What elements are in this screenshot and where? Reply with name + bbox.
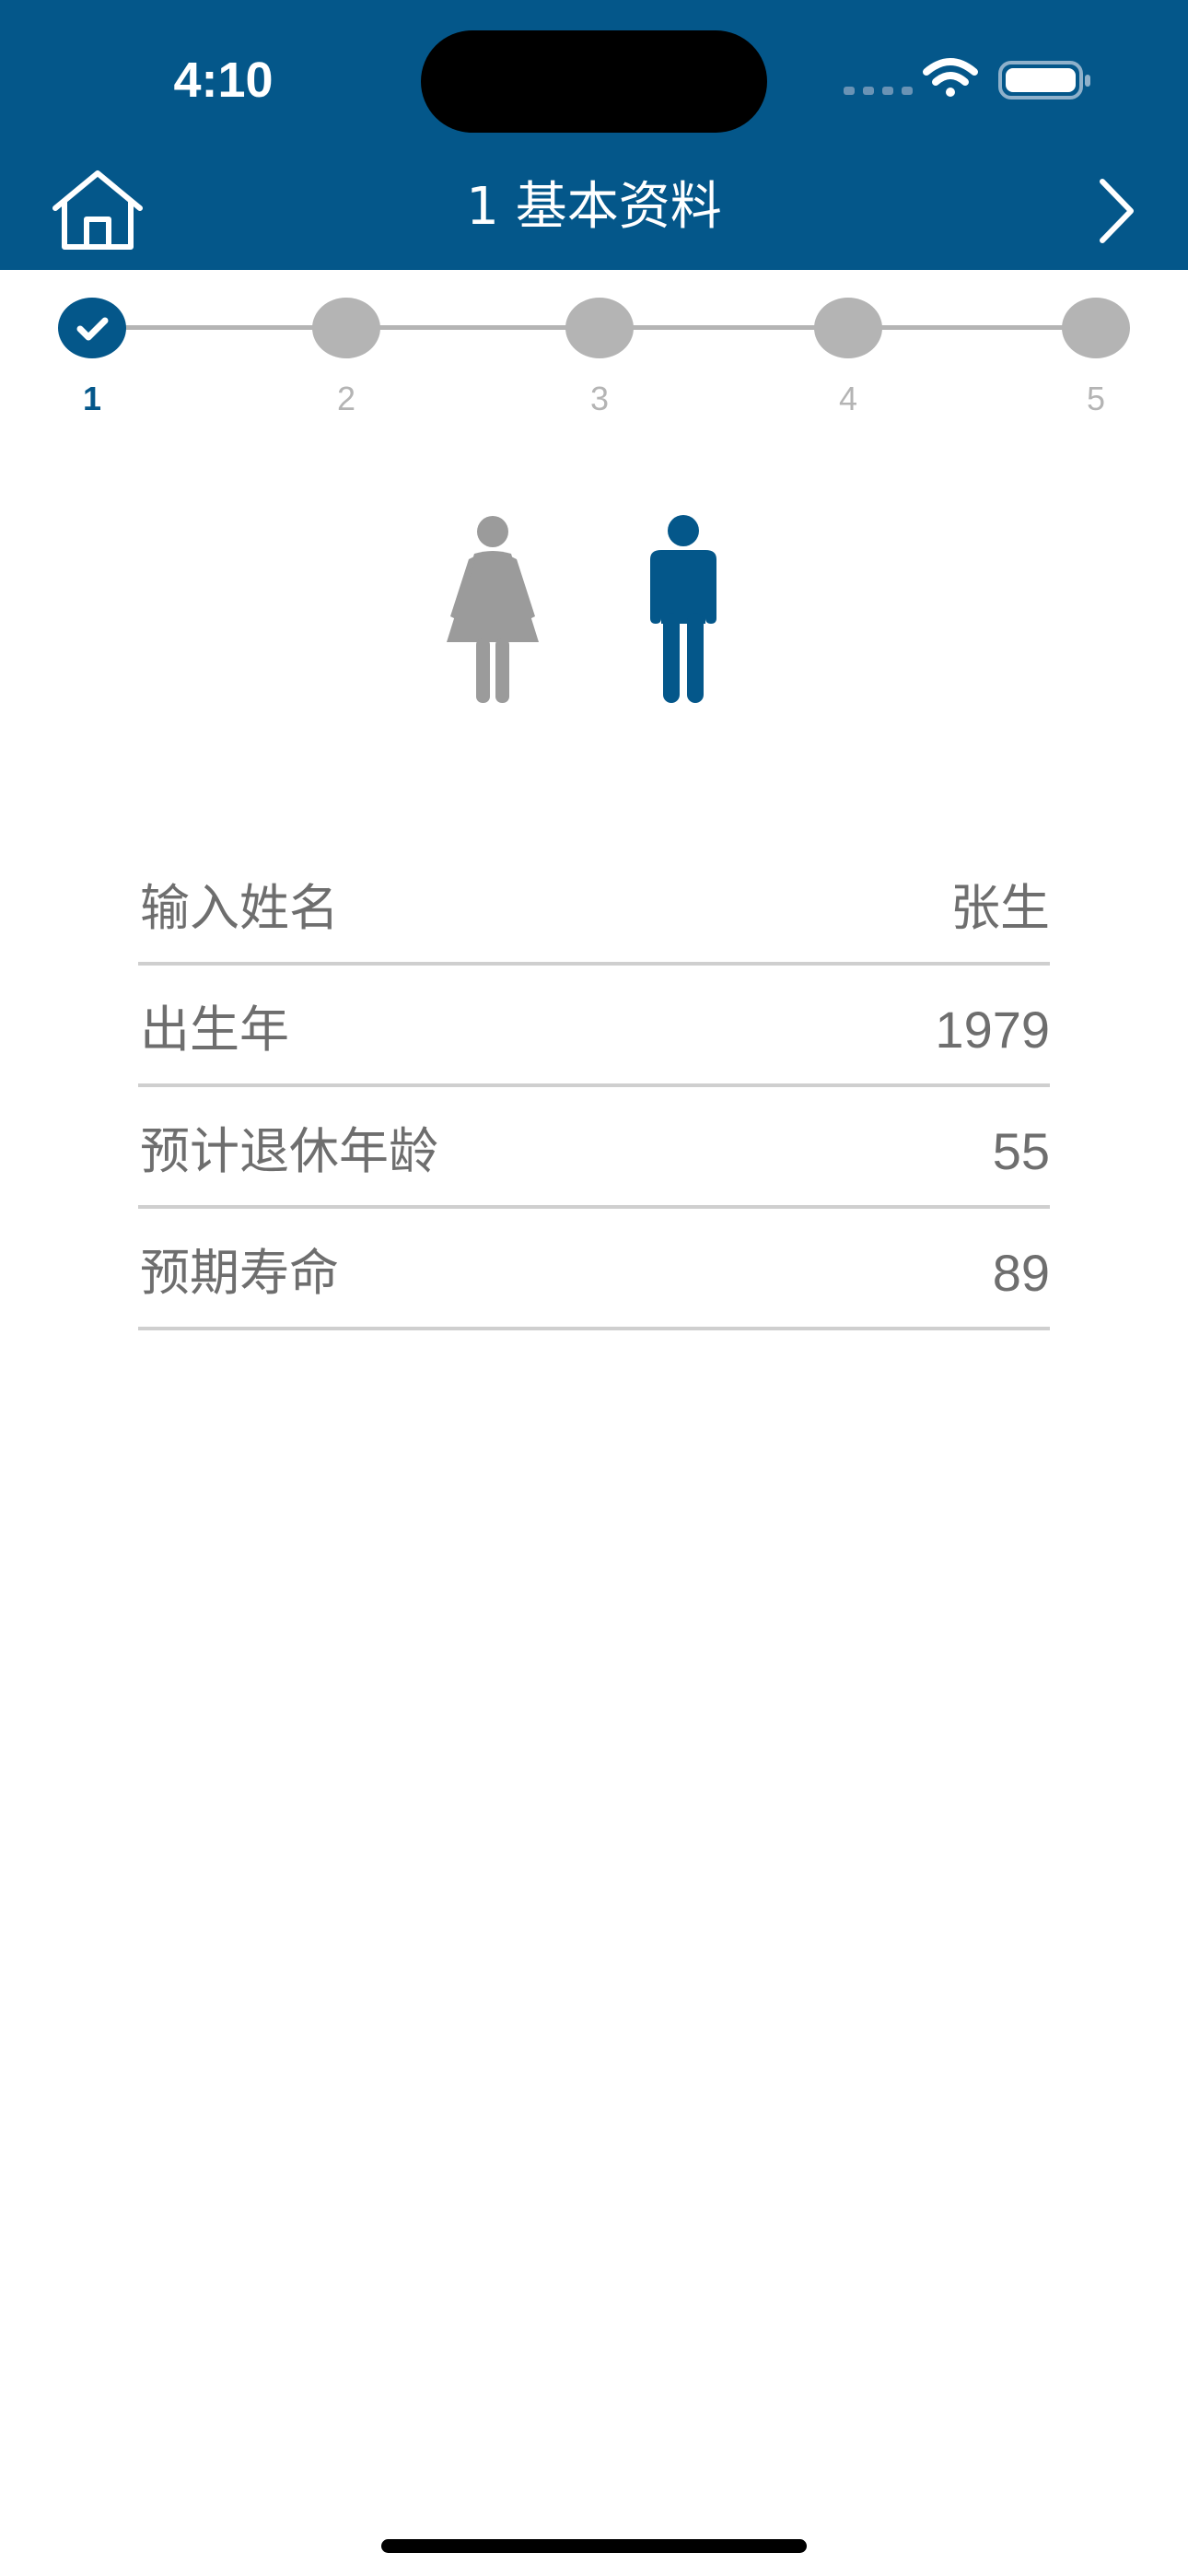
status-icons (844, 58, 1090, 100)
header-bar: 4:10 1 基本资料 (0, 0, 1188, 270)
birth-year-row[interactable]: 出生年 1979 (138, 966, 1050, 1087)
male-option[interactable] (628, 511, 739, 705)
dynamic-island (421, 30, 767, 133)
name-label: 输入姓名 (140, 879, 339, 937)
female-option[interactable] (437, 511, 548, 705)
page-title: 1 基本资料 (466, 177, 722, 237)
chevron-right-icon (1100, 179, 1134, 243)
step-label-5: 5 (1086, 380, 1106, 417)
birth-year-label: 出生年 (140, 1001, 289, 1059)
battery-icon (998, 61, 1090, 100)
step-2[interactable] (312, 298, 380, 358)
retirement-age-value: 55 (992, 1122, 1050, 1180)
name-value: 张生 (950, 879, 1050, 937)
life-expectancy-value: 89 (992, 1244, 1050, 1302)
step-label-2: 2 (336, 380, 356, 417)
step-4[interactable] (814, 298, 882, 358)
progress-stepper: 1 2 3 4 5 (0, 270, 1188, 436)
life-expectancy-label: 预期寿命 (140, 1244, 339, 1302)
home-button[interactable] (46, 166, 149, 258)
retirement-age-label: 预计退休年龄 (140, 1122, 438, 1180)
step-label-1: 1 (82, 380, 102, 417)
checkmark-icon (76, 317, 109, 341)
retirement-age-row[interactable]: 预计退休年龄 55 (138, 1087, 1050, 1209)
birth-year-value: 1979 (935, 1001, 1050, 1059)
cellular-signal-icon (844, 87, 913, 95)
step-label-4: 4 (838, 380, 858, 417)
next-button[interactable] (1077, 168, 1151, 255)
male-icon (650, 515, 716, 703)
name-row[interactable]: 输入姓名 张生 (138, 844, 1050, 966)
home-icon (52, 170, 143, 250)
status-time: 4:10 (173, 53, 274, 108)
step-label-3: 3 (589, 380, 610, 417)
wifi-icon (923, 58, 978, 97)
life-expectancy-row[interactable]: 预期寿命 89 (138, 1209, 1050, 1330)
step-5[interactable] (1062, 298, 1130, 358)
step-1[interactable] (58, 298, 126, 358)
home-indicator[interactable] (381, 2539, 807, 2553)
step-3[interactable] (565, 298, 634, 358)
female-icon (447, 516, 539, 703)
